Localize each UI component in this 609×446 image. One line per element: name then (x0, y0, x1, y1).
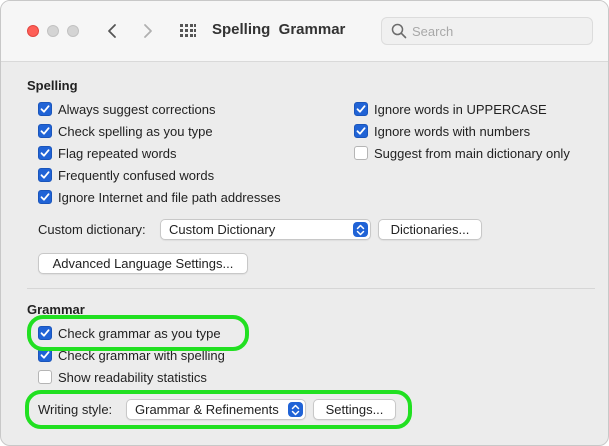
section-divider (27, 288, 595, 289)
writing-style-label: Writing style: (38, 402, 113, 417)
checkmark-icon (40, 329, 50, 337)
grammar-settings-button[interactable]: Settings... (313, 399, 396, 420)
check-grammar-as-you-type-checkbox[interactable]: Check grammar as you type (38, 324, 221, 342)
checkbox-checked[interactable] (38, 102, 52, 116)
frequently-confused-words-checkbox[interactable]: Frequently confused words (38, 166, 214, 184)
window-title: Spelling Grammar (212, 21, 346, 38)
close-window-button[interactable] (27, 25, 39, 37)
checkmark-icon (40, 193, 50, 201)
checkmark-icon (356, 127, 366, 135)
checkbox-checked[interactable] (354, 102, 368, 116)
forward-button[interactable] (136, 19, 160, 43)
suggest-from-main-dictionary-checkbox[interactable]: Suggest from main dictionary only (354, 144, 570, 162)
popup-stepper (288, 402, 303, 417)
popup-stepper (353, 222, 368, 237)
checkbox-label: Ignore words with numbers (374, 123, 531, 139)
dictionaries-button[interactable]: Dictionaries... (378, 219, 482, 240)
grammar-heading: Grammar (27, 302, 85, 317)
title-bar: Spelling Grammar (1, 1, 608, 62)
checkbox-label: Show readability statistics (58, 369, 207, 385)
minimize-window-button[interactable] (47, 25, 59, 37)
writing-style-value: Grammar & Refinements (135, 402, 279, 417)
checkmark-icon (40, 127, 50, 135)
writing-style-popup[interactable]: Grammar & Refinements (126, 399, 306, 420)
checkbox-label: Frequently confused words (58, 167, 215, 183)
checkbox-checked[interactable] (38, 168, 52, 182)
checkbox-unchecked[interactable] (38, 370, 52, 384)
checkbox-checked[interactable] (38, 146, 52, 160)
checkbox-checked[interactable] (38, 348, 52, 362)
show-readability-statistics-checkbox[interactable]: Show readability statistics (38, 368, 207, 386)
checkmark-icon (40, 149, 50, 157)
checkbox-checked[interactable] (38, 326, 52, 340)
chevron-right-icon (144, 24, 152, 38)
up-down-chevron-icon (356, 224, 365, 235)
checkmark-icon (356, 105, 366, 113)
spelling-heading: Spelling (27, 78, 78, 93)
ignore-words-with-numbers-checkbox[interactable]: Ignore words with numbers (354, 122, 530, 140)
custom-dictionary-label: Custom dictionary: (38, 222, 146, 237)
checkbox-label: Always suggest corrections (58, 101, 216, 117)
check-spelling-as-you-type-checkbox[interactable]: Check spelling as you type (38, 122, 213, 140)
checkbox-unchecked[interactable] (354, 146, 368, 160)
custom-dictionary-value: Custom Dictionary (169, 222, 276, 237)
chevron-left-icon (108, 24, 116, 38)
checkmark-icon (40, 105, 50, 113)
checkbox-label: Check grammar with spelling (58, 347, 225, 363)
advanced-language-settings-button[interactable]: Advanced Language Settings... (38, 253, 248, 274)
ignore-internet-addresses-checkbox[interactable]: Ignore Internet and file path addresses (38, 188, 281, 206)
always-suggest-corrections-checkbox[interactable]: Always suggest corrections (38, 100, 216, 118)
preferences-window: Spelling Grammar Spelling Always suggest… (0, 0, 609, 446)
search-field[interactable] (381, 17, 593, 45)
checkbox-label: Flag repeated words (58, 145, 177, 161)
checkbox-checked[interactable] (354, 124, 368, 138)
checkmark-icon (40, 171, 50, 179)
custom-dictionary-popup[interactable]: Custom Dictionary (160, 219, 371, 240)
ignore-uppercase-checkbox[interactable]: Ignore words in UPPERCASE (354, 100, 547, 118)
grid-icon (180, 24, 196, 37)
checkbox-checked[interactable] (38, 190, 52, 204)
up-down-chevron-icon (291, 404, 300, 415)
zoom-window-button[interactable] (67, 25, 79, 37)
checkmark-icon (40, 351, 50, 359)
search-icon (391, 23, 407, 39)
show-all-button[interactable] (176, 19, 200, 43)
flag-repeated-words-checkbox[interactable]: Flag repeated words (38, 144, 177, 162)
settings-content: Spelling Always suggest corrections Chec… (1, 62, 608, 445)
checkbox-label: Suggest from main dictionary only (374, 145, 570, 161)
checkbox-label: Ignore Internet and file path addresses (58, 189, 281, 205)
check-grammar-with-spelling-checkbox[interactable]: Check grammar with spelling (38, 346, 225, 364)
search-input[interactable] (412, 22, 582, 40)
checkbox-checked[interactable] (38, 124, 52, 138)
checkbox-label: Ignore words in UPPERCASE (374, 101, 547, 117)
checkbox-label: Check grammar as you type (58, 325, 221, 341)
checkbox-label: Check spelling as you type (58, 123, 213, 139)
back-button[interactable] (100, 19, 124, 43)
